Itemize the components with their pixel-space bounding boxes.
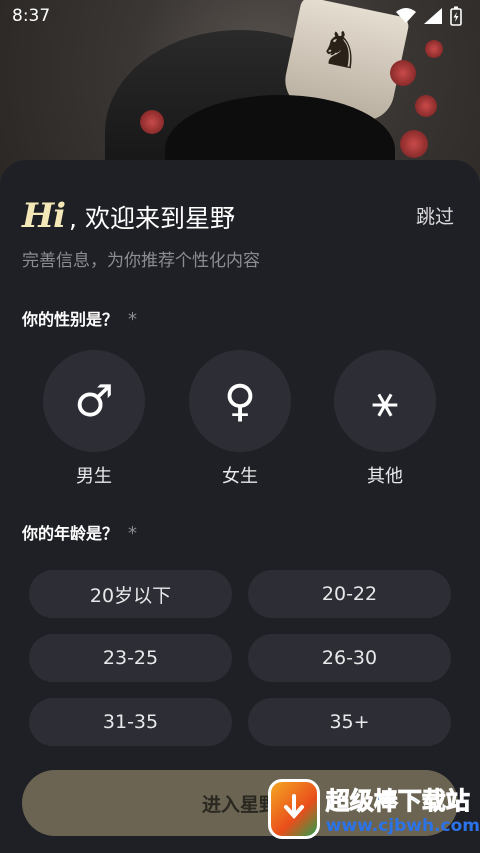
gender-label-male: 男生 xyxy=(76,466,112,487)
status-icons xyxy=(396,6,462,26)
onboarding-sheet: Hi , 欢迎来到星野 跳过 完善信息，为你推荐个性化内容 你的性别是？ * ♂ … xyxy=(0,160,480,853)
age-section-title: 你的年龄是？ * xyxy=(22,520,137,544)
gender-option-other[interactable]: ⚹ 其他 xyxy=(334,350,436,488)
age-option-26-30[interactable]: 26-30 xyxy=(248,634,451,682)
age-option-35-plus[interactable]: 35+ xyxy=(248,698,451,746)
watermark-text: 超级棒下载站 www.cjbwh.com xyxy=(325,781,480,837)
signal-icon xyxy=(424,8,442,24)
watermark-title: 超级棒下载站 xyxy=(325,787,470,816)
greeting: Hi , 欢迎来到星野 xyxy=(22,196,235,236)
download-arrow-icon xyxy=(283,793,304,819)
watermark: 超级棒下载站 www.cjbwh.com xyxy=(268,764,480,853)
blossom-icon xyxy=(390,60,416,86)
blossom-icon xyxy=(415,95,437,117)
required-mark: * xyxy=(128,309,138,330)
gender-option-male[interactable]: ♂ 男生 xyxy=(43,350,145,488)
age-option-23-25[interactable]: 23-25 xyxy=(29,634,232,682)
battery-icon xyxy=(450,6,462,26)
female-icon[interactable]: ♀ xyxy=(189,350,291,452)
gender-label-female: 女生 xyxy=(222,466,258,487)
status-time: 8:37 xyxy=(12,6,51,26)
skip-button[interactable]: 跳过 xyxy=(416,202,454,229)
gender-label-other: 其他 xyxy=(367,466,403,487)
wifi-icon xyxy=(396,8,416,23)
blossom-icon xyxy=(425,40,443,58)
required-mark: * xyxy=(128,523,138,544)
age-option-31-35[interactable]: 31-35 xyxy=(29,698,232,746)
subtitle: 完善信息，为你推荐个性化内容 xyxy=(22,251,260,271)
other-gender-icon[interactable]: ⚹ xyxy=(334,350,436,452)
gender-section-title: 你的性别是？ * xyxy=(22,306,137,330)
status-bar: 8:37 xyxy=(0,0,480,32)
age-option-20-22[interactable]: 20-22 xyxy=(248,570,451,618)
welcome-text: , 欢迎来到星野 xyxy=(69,204,235,233)
watermark-logo-icon xyxy=(268,778,320,839)
blossom-icon xyxy=(140,110,164,134)
male-icon[interactable]: ♂ xyxy=(43,350,145,452)
gender-question: 你的性别是？ xyxy=(22,310,119,329)
blossom-icon xyxy=(400,130,428,158)
age-question: 你的年龄是？ xyxy=(22,524,119,543)
hi-text: Hi xyxy=(22,196,66,236)
gender-option-female[interactable]: ♀ 女生 xyxy=(189,350,291,488)
watermark-url: www.cjbwh.com xyxy=(325,816,480,836)
age-option-under-20[interactable]: 20岁以下 xyxy=(29,570,232,618)
